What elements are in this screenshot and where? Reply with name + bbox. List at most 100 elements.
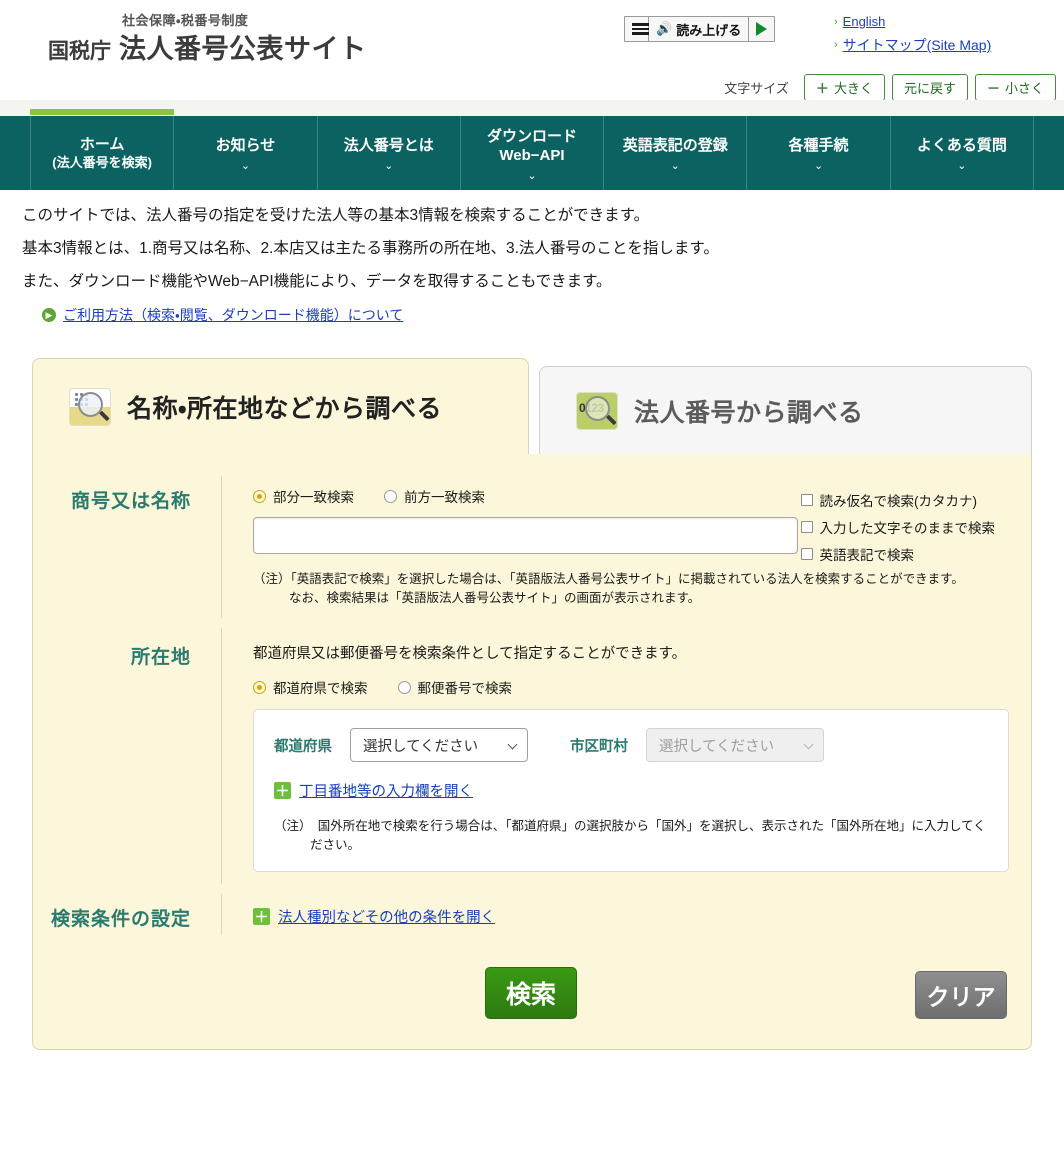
nav-sublabel: Web−API — [499, 146, 565, 164]
main-navigation: ホーム (法人番号を検索) お知らせ ⌄ 法人番号とは ⌄ ダウンロード Web… — [0, 116, 1064, 190]
checkbox-kana[interactable] — [800, 494, 813, 506]
arrow-circle-icon: ▶ — [42, 308, 56, 322]
checkbox-english[interactable] — [800, 548, 813, 560]
radio-postal-code-search[interactable] — [397, 680, 411, 694]
font-size-label: 文字サイズ — [724, 81, 789, 96]
nav-item-news[interactable]: お知らせ ⌄ — [174, 116, 318, 190]
checkbox-exact-row[interactable]: 入力した文字そのままで検索 — [800, 517, 996, 537]
font-size-smaller-button[interactable]: － 小さく — [974, 74, 1056, 101]
nav-item-download-webapi[interactable]: ダウンロード Web−API ⌄ — [461, 116, 605, 190]
english-link-row[interactable]: › English — [834, 12, 991, 32]
header-links: › English › サイトマップ(Site Map) — [834, 12, 991, 58]
site-logo[interactable]: 社会保障・税番号制度 国税庁 法人番号公表サイト — [48, 12, 367, 70]
nav-sublabel: (法人番号を検索) — [52, 154, 152, 170]
radio-prefecture-search[interactable] — [253, 680, 266, 694]
conditions-expand-link[interactable]: 法人種別などその他の条件を開く — [278, 906, 495, 927]
nav-accent-wrap — [0, 100, 1064, 116]
note-line-1: （注） 国外所在地で検索を行う場合は、「都道府県」の選択肢から「国外」を選択し、… — [274, 819, 986, 833]
nav-item-english-registration[interactable]: 英語表記の登録 ⌄ — [604, 116, 748, 190]
intro-line-3: また、ダウンロード機能やWeb−API機能により、データを取得することもできます… — [22, 273, 612, 290]
select-row: 都道府県 選択してください 市区町村 選択してください — [274, 728, 988, 762]
font-size-smaller-label: 小さく — [1004, 81, 1044, 96]
conditions-row: 検索条件の設定 ＋ 法人種別などその他の条件を開く — [33, 890, 1031, 941]
logo-title: 国税庁 法人番号公表サイト — [48, 31, 367, 70]
radio-partial-match-label: 部分一致検索 — [273, 490, 354, 505]
checkbox-exact[interactable] — [800, 521, 813, 533]
row-divider — [221, 476, 222, 618]
sitemap-link[interactable]: サイトマップ(Site Map) — [843, 35, 992, 55]
nav-label: 英語表記の登録 — [622, 137, 728, 154]
play-button[interactable] — [749, 17, 774, 41]
active-tab-indicator — [30, 109, 174, 115]
plus-icon: ＋ — [253, 908, 270, 925]
street-expand-link[interactable]: 丁目番地等の入力欄を開く — [299, 780, 473, 801]
row-divider — [221, 628, 222, 884]
tab-label: 法人番号から調べる — [634, 398, 864, 427]
chevron-down-icon: ⌄ — [384, 160, 394, 172]
conditions-section-label: 検索条件の設定 — [50, 909, 191, 930]
search-mode-tabs: 名称・所在地などから調べる 0123 法人番号から調べる — [32, 358, 1032, 454]
name-search-row: 商号又は名称 部分一致検索 前方一致検索 （注）「英語表記で検索」を選択した場合… — [33, 472, 1031, 624]
search-number-icon: 0123 — [576, 391, 618, 430]
row-divider — [221, 894, 222, 935]
prefecture-select[interactable]: 選択してください — [350, 728, 528, 762]
site-header: 社会保障・税番号制度 国税庁 法人番号公表サイト 🔊 読み上げる › Engli… — [0, 0, 1064, 101]
search-form-panel: 商号又は名称 部分一致検索 前方一致検索 （注）「英語表記で検索」を選択した場合… — [32, 454, 1032, 1050]
play-icon — [756, 22, 768, 36]
sitemap-link-row[interactable]: › サイトマップ(Site Map) — [834, 35, 991, 55]
name-section-label: 商号又は名称 — [70, 491, 191, 512]
font-size-reset-button[interactable]: 元に戻す — [891, 74, 968, 101]
street-expand-row[interactable]: ＋ 丁目番地等の入力欄を開く — [274, 780, 988, 801]
tab-search-by-name[interactable]: 名称・所在地などから調べる — [32, 358, 529, 454]
tab-label: 名称・所在地などから調べる — [127, 394, 443, 423]
font-size-larger-label: 大きく — [833, 81, 873, 96]
nav-item-faq[interactable]: よくある質問 ⌄ — [891, 116, 1034, 190]
city-select[interactable]: 選択してください — [646, 728, 824, 762]
usage-guide-link[interactable]: ご利用方法（検索・閲覧、ダウンロード機能）について — [63, 305, 403, 325]
radio-postal-code-search-label: 郵便番号で検索 — [417, 681, 513, 696]
usage-guide-link-row[interactable]: ▶ ご利用方法（検索・閲覧、ダウンロード機能）について — [42, 305, 1064, 325]
minus-icon: － — [986, 81, 1000, 96]
prefecture-label: 都道府県 — [274, 738, 332, 755]
read-aloud-button[interactable]: 🔊 読み上げる — [649, 17, 750, 41]
plus-icon: ＋ — [274, 782, 291, 799]
speaker-icon: 🔊 — [656, 21, 673, 36]
search-button[interactable]: 検索 — [485, 967, 577, 1019]
checkbox-kana-row[interactable]: 読み仮名で検索(カタカナ) — [800, 490, 996, 510]
font-size-controls: 文字サイズ ＋ 大きく 元に戻す － 小さく — [724, 74, 1056, 101]
clear-button[interactable]: クリア — [915, 971, 1007, 1019]
nav-item-home[interactable]: ホーム (法人番号を検索) — [30, 116, 175, 190]
font-size-larger-button[interactable]: ＋ 大きく — [803, 74, 885, 101]
form-actions: 検索 クリア — [33, 967, 1031, 1023]
conditions-expand-row[interactable]: ＋ 法人種別などその他の条件を開く — [253, 906, 1007, 927]
nav-item-about[interactable]: 法人番号とは ⌄ — [318, 116, 461, 190]
city-label: 市区町村 — [570, 738, 628, 755]
location-section-label: 所在地 — [130, 647, 191, 668]
radio-partial-match[interactable] — [253, 489, 266, 503]
nav-label: ホーム — [79, 135, 125, 153]
plus-icon: ＋ — [815, 81, 829, 96]
name-search-checkbox-group: 読み仮名で検索(カタカナ) 入力した文字そのままで検索 英語表記で検索 — [800, 490, 996, 571]
nav-label: お知らせ — [215, 137, 276, 154]
chevron-down-icon — [507, 739, 518, 750]
radio-prefix-match[interactable] — [384, 489, 397, 503]
note-line-2: ださい。 — [310, 838, 361, 852]
note-line-2: なお、検索結果は「英語版法人番号公表サイト」の画面が表示されます。 — [289, 591, 701, 605]
nav-item-procedures[interactable]: 各種手続 ⌄ — [747, 116, 891, 190]
radio-prefecture-search-label: 都道府県で検索 — [273, 681, 368, 696]
city-select-value: 選択してください — [659, 738, 775, 755]
chevron-right-icon: › — [834, 39, 838, 51]
tab-search-by-number[interactable]: 0123 法人番号から調べる — [539, 366, 1032, 454]
intro-line-2: 基本3情報とは、1.商号又は名称、2.本店又は主たる事務所の所在地、3.法人番号… — [22, 240, 719, 257]
prefecture-select-value: 選択してください — [363, 738, 479, 755]
english-link[interactable]: English — [843, 12, 886, 32]
checkbox-english-row[interactable]: 英語表記で検索 — [800, 544, 996, 564]
checkbox-exact-label: 入力した文字そのままで検索 — [819, 521, 996, 536]
nav-label: 法人番号とは — [343, 137, 434, 154]
location-section-body: 都道府県又は郵便番号を検索条件として指定することができます。 都道府県で検索 郵… — [221, 642, 1033, 872]
checkbox-english-label: 英語表記で検索 — [819, 548, 915, 563]
chevron-down-icon — [803, 739, 814, 750]
company-name-input[interactable] — [253, 517, 798, 554]
hamburger-icon[interactable] — [625, 17, 649, 41]
read-aloud-label: 読み上げる — [676, 22, 742, 38]
